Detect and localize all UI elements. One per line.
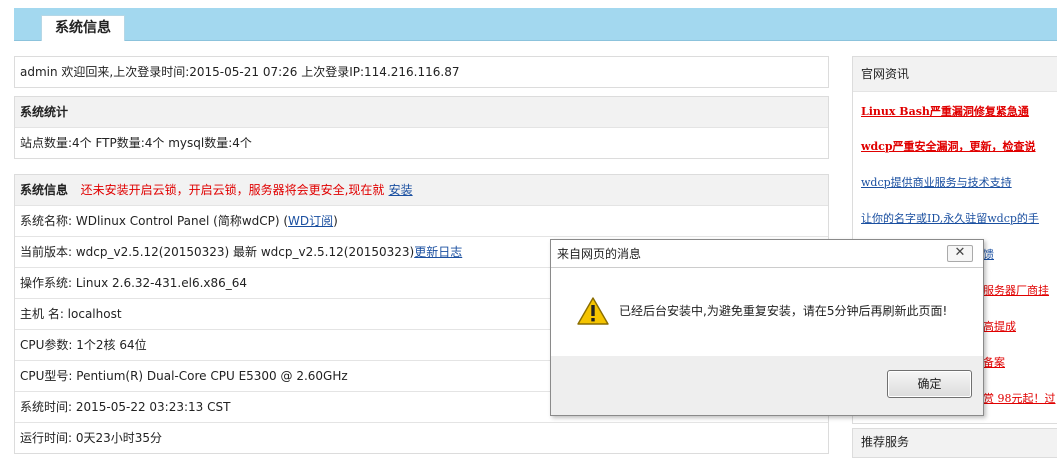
news-item-partial[interactable]: 服务器厂商挂 bbox=[983, 273, 1057, 308]
news-item-partial[interactable]: 赏 98元起！过 bbox=[983, 381, 1057, 416]
news-item[interactable]: wdcp严重安全漏洞，更新，检查说 bbox=[853, 129, 1057, 164]
dialog-body: 已经后台安装中,为避免重复安装，请在5分钟后再刷新此页面! bbox=[551, 268, 983, 356]
recommend-title: 推荐服务 bbox=[861, 435, 910, 449]
sysinfo-title: 系统信息 bbox=[20, 183, 69, 197]
stats-values: 站点数量:4个 FTP数量:4个 mysql数量:4个 bbox=[20, 136, 252, 150]
uptime-row: 运行时间: 0天23小时35分 bbox=[20, 431, 163, 445]
dialog-title: 来自网页的消息 bbox=[557, 247, 642, 261]
system-name-text: 系统名称: WDlinux Control Panel (简称wdCP) ( bbox=[20, 214, 289, 228]
warning-icon bbox=[577, 297, 609, 325]
ok-button[interactable]: 确定 bbox=[887, 370, 972, 398]
stats-panel: 系统统计 站点数量:4个 FTP数量:4个 mysql数量:4个 bbox=[14, 96, 829, 159]
sysinfo-header: 系统信息 还未安装开启云锁，开启云锁，服务器将会更安全,现在就 安装 bbox=[15, 175, 828, 206]
welcome-panel: admin 欢迎回来,上次登录时间:2015-05-21 07:26 上次登录I… bbox=[14, 56, 829, 88]
dialog-titlebar: 来自网页的消息 ✕ bbox=[551, 240, 983, 268]
version-text: 当前版本: wdcp_v2.5.12(20150323) 最新 wdcp_v2.… bbox=[20, 245, 415, 259]
yunsuo-notice: 还未安装开启云锁，开启云锁，服务器将会更安全,现在就 bbox=[80, 183, 385, 197]
news-title: 官网资讯 bbox=[853, 57, 1057, 92]
message-dialog: 来自网页的消息 ✕ 已经后台安装中,为避免重复安装，请在5分钟后再刷新此页面! … bbox=[550, 239, 984, 416]
dialog-message: 已经后台安装中,为避免重复安装，请在5分钟后再刷新此页面! bbox=[619, 304, 948, 318]
news-item-partial[interactable]: 高提成 bbox=[983, 309, 1057, 344]
header-bar: 系统信息 bbox=[14, 8, 1057, 41]
close-icon[interactable]: ✕ bbox=[947, 245, 973, 262]
tab-system-info[interactable]: 系统信息 bbox=[41, 15, 125, 41]
install-link[interactable]: 安装 bbox=[389, 183, 413, 197]
news-item-partial[interactable]: 备案 bbox=[983, 345, 1057, 380]
news-item[interactable]: wdcp提供商业服务与技术支持 bbox=[853, 165, 1057, 200]
news-item[interactable]: Linux Bash严重漏洞修复紧急通 bbox=[853, 94, 1057, 129]
changelog-link[interactable]: 更新日志 bbox=[414, 245, 462, 259]
system-name-row: 系统名称: WDlinux Control Panel (简称wdCP) (WD… bbox=[15, 206, 828, 237]
recommend-panel: 推荐服务 bbox=[852, 428, 1057, 458]
welcome-text: admin 欢迎回来,上次登录时间:2015-05-21 07:26 上次登录I… bbox=[20, 65, 460, 79]
stats-title: 系统统计 bbox=[15, 97, 828, 128]
news-item-partial[interactable]: 馈 bbox=[983, 237, 1057, 272]
system-name-tail: ) bbox=[333, 214, 338, 228]
news-item[interactable]: 让你的名字或ID,永久驻留wdcp的手 bbox=[853, 201, 1057, 236]
wd-subscribe-link[interactable]: WD订阅 bbox=[288, 214, 333, 228]
